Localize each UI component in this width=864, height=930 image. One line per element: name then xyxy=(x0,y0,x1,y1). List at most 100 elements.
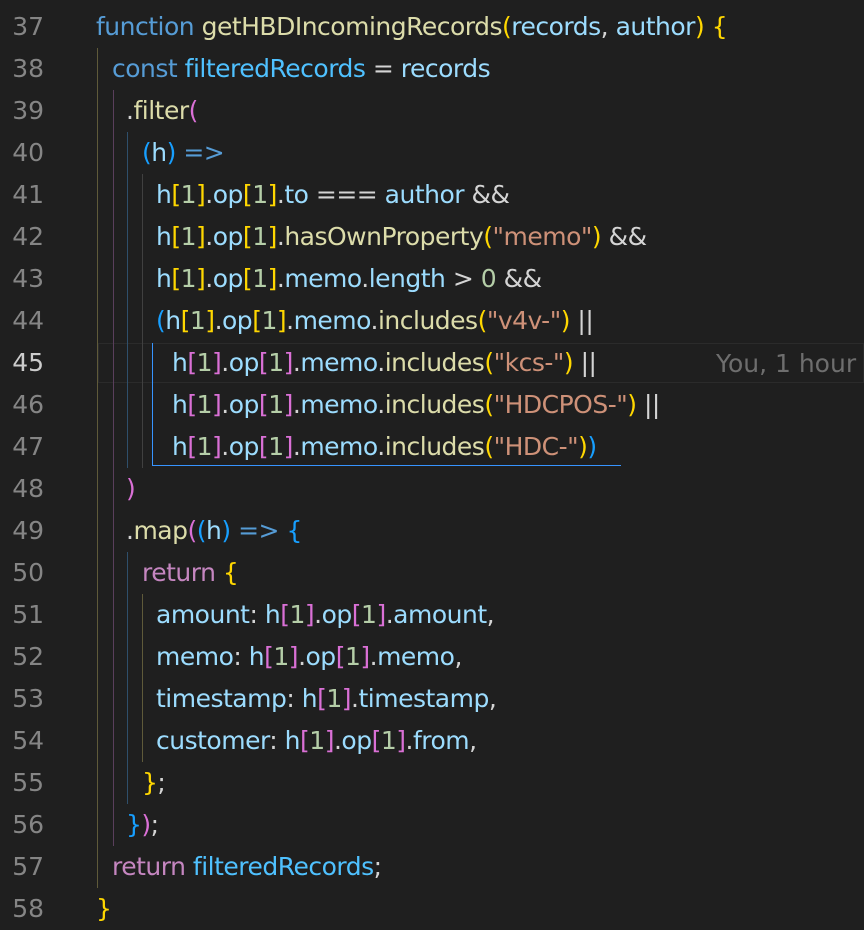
code-line[interactable]: 58} xyxy=(0,888,864,930)
line-number: 45 xyxy=(12,348,44,377)
code-token: ] xyxy=(267,180,278,209)
code-line[interactable]: 50 return { xyxy=(0,552,864,594)
code-line[interactable]: 43 h[1].op[1].memo.length > 0 && xyxy=(0,258,864,300)
code-token: ) xyxy=(560,306,571,335)
code-token: : xyxy=(249,600,265,629)
code-token: [ xyxy=(300,726,310,755)
code-line[interactable]: 53 timestamp: h[1].timestamp, xyxy=(0,678,864,720)
code-token: [ xyxy=(242,180,253,209)
code-token: 1 xyxy=(252,264,268,293)
code-token: "HDC-" xyxy=(493,432,579,461)
code-token: [ xyxy=(187,348,197,377)
code-token: map xyxy=(133,516,188,545)
code-token: [ xyxy=(180,306,191,335)
code-editor[interactable]: 37 function getHBDIncomingRecords(records… xyxy=(0,0,864,930)
line-number: 57 xyxy=(12,852,44,881)
code-token: || xyxy=(569,306,594,335)
code-token: ] xyxy=(341,684,352,713)
line-number: 47 xyxy=(12,432,44,461)
code-line[interactable]: 39 .filter( xyxy=(0,90,864,132)
code-token: op xyxy=(341,726,372,755)
code-token: amount xyxy=(156,600,250,629)
code-line[interactable]: 37 function getHBDIncomingRecords(records… xyxy=(0,6,864,48)
code-token: ] xyxy=(288,642,299,671)
code-line[interactable]: 49 .map((h) => { xyxy=(0,510,864,552)
code-token: "v4v-" xyxy=(486,306,561,335)
code-token: filteredRecords xyxy=(184,54,366,83)
code-line[interactable]: 55}; xyxy=(0,762,864,804)
code-line[interactable]: 41 h[1].op[1].to === author && xyxy=(0,174,864,216)
code-token: 1 xyxy=(273,642,289,671)
code-token: getHBDIncomingRecords xyxy=(201,12,503,41)
code-text: h[1].op[1].hasOwnProperty("memo") && xyxy=(156,216,647,258)
code-line[interactable]: 48) xyxy=(0,468,864,510)
code-token: ] xyxy=(205,306,215,335)
code-token: memo xyxy=(284,264,362,293)
code-token: h xyxy=(172,432,188,461)
code-line[interactable]: 56}); xyxy=(0,804,864,846)
code-token: [ xyxy=(258,390,269,419)
code-text: h[1].op[1].memo.includes("kcs-") || xyxy=(172,342,597,384)
code-token: ] xyxy=(196,222,206,251)
code-token: author xyxy=(615,12,696,41)
code-token: ] xyxy=(212,432,222,461)
code-token: 1 xyxy=(180,222,197,251)
code-token: ; xyxy=(373,852,382,881)
code-token: ] xyxy=(196,264,206,293)
code-token: ) xyxy=(587,432,597,461)
code-token: records xyxy=(400,54,491,83)
code-line[interactable]: 40 (h) => xyxy=(0,132,864,174)
code-token: . xyxy=(221,348,229,377)
code-token: ] xyxy=(324,726,335,755)
code-token: h xyxy=(284,726,301,755)
code-line[interactable]: 54 customer: h[1].op[1].from, xyxy=(0,720,864,762)
code-token: ] xyxy=(283,348,294,377)
code-token: h xyxy=(301,684,318,713)
code-line[interactable]: 52 memo: h[1].op[1].memo, xyxy=(0,636,864,678)
line-number: 43 xyxy=(12,264,44,293)
code-token: memo xyxy=(293,306,371,335)
code-token: filteredRecords xyxy=(192,852,374,881)
code-token: ) xyxy=(141,810,151,839)
code-token: 1 xyxy=(361,600,377,629)
code-token: 1 xyxy=(268,432,284,461)
code-line[interactable]: 51 amount: h[1].op[1].amount, xyxy=(0,594,864,636)
code-text: h[1].op[1].memo.length > 0 && xyxy=(156,258,542,300)
code-line[interactable]: 42 h[1].op[1].hasOwnProperty("memo") && xyxy=(0,216,864,258)
code-token: : xyxy=(269,726,285,755)
code-token: 1 xyxy=(180,264,197,293)
code-token: = xyxy=(365,54,401,83)
code-token: [ xyxy=(242,264,253,293)
code-token: ( xyxy=(188,96,199,125)
code-token: . xyxy=(377,348,385,377)
code-token: includes xyxy=(384,390,485,419)
code-token: ] xyxy=(267,264,278,293)
code-token: || xyxy=(573,348,597,377)
code-token: ( xyxy=(484,390,494,419)
code-token: h xyxy=(172,348,188,377)
code-token: op xyxy=(228,390,260,419)
code-token: "kcs-" xyxy=(493,348,565,377)
code-line[interactable]: 57 return filteredRecords; xyxy=(0,846,864,888)
code-token: op xyxy=(222,306,253,335)
code-token: "memo" xyxy=(492,222,593,251)
code-token: ] xyxy=(212,348,222,377)
code-text: }; xyxy=(142,762,166,804)
line-number: 44 xyxy=(12,306,44,335)
code-token: : xyxy=(233,642,249,671)
code-line[interactable]: 46 h[1].op[1].memo.includes("HDCPOS-") || xyxy=(0,384,864,426)
code-token: ( xyxy=(156,306,166,335)
code-line[interactable]: 38 const filteredRecords = records xyxy=(0,48,864,90)
code-token: ; xyxy=(150,810,159,839)
code-text: timestamp: h[1].timestamp, xyxy=(156,678,497,720)
code-token: 1 xyxy=(196,432,213,461)
code-token: includes xyxy=(377,306,478,335)
code-line[interactable]: 44 (h[1].op[1].memo.includes("v4v-") || xyxy=(0,300,864,342)
code-text: function getHBDIncomingRecords(records, … xyxy=(96,6,728,48)
code-line[interactable]: 47 h[1].op[1].memo.includes("HDC-")) xyxy=(0,426,864,468)
code-text: amount: h[1].op[1].amount, xyxy=(156,594,495,636)
code-token: [ xyxy=(171,180,181,209)
code-token: [ xyxy=(171,222,181,251)
